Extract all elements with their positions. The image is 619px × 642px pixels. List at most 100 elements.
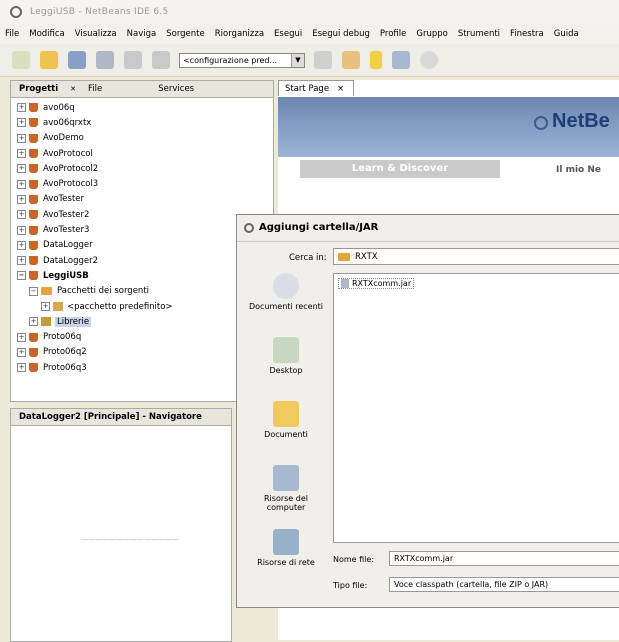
java-project-icon — [29, 332, 38, 342]
navigator-panel: DataLogger2 [Principale] - Navigatore ——… — [10, 408, 232, 642]
menu-naviga[interactable]: Naviga — [122, 29, 162, 39]
tree-item[interactable]: + avo06q — [11, 100, 273, 115]
expand-icon[interactable]: + — [17, 179, 26, 189]
menu-modifica[interactable]: Modifica — [24, 29, 70, 39]
tree-item[interactable]: + AvoTester — [11, 192, 273, 207]
expand-icon[interactable]: + — [17, 103, 26, 113]
expand-icon[interactable]: + — [17, 133, 26, 143]
place-label: Documenti — [264, 430, 308, 439]
place-my-computer[interactable]: Risorse del computer — [245, 465, 327, 529]
debug-icon[interactable] — [392, 51, 410, 69]
menu-sorgente[interactable]: Sorgente — [161, 29, 210, 39]
tree-item[interactable]: + Librerie — [11, 314, 273, 329]
run-icon[interactable] — [370, 51, 382, 69]
place-recent-documents[interactable]: Documenti recenti — [245, 273, 327, 337]
menu-finestra[interactable]: Finestra — [505, 29, 549, 39]
configuration-select[interactable]: <configurazione pred... ▼ — [179, 52, 305, 68]
profile-icon[interactable] — [420, 51, 438, 69]
tree-item[interactable]: + AvoProtocol — [11, 146, 273, 161]
menu-profile[interactable]: Profile — [375, 29, 411, 39]
tab-file[interactable]: File — [80, 84, 110, 94]
expand-icon[interactable]: + — [17, 149, 26, 159]
netbeans-logo-icon — [534, 116, 548, 130]
file-item[interactable]: RXTXcomm.jar — [338, 278, 415, 289]
collapse-icon[interactable]: − — [29, 286, 38, 296]
java-project-icon — [29, 347, 38, 357]
learn-discover-tab[interactable]: Learn & Discover — [300, 160, 500, 178]
expand-icon[interactable]: + — [17, 164, 26, 174]
computer-icon — [273, 465, 299, 491]
tree-item[interactable]: + AvoProtocol2 — [11, 161, 273, 176]
tab-services[interactable]: Services — [150, 84, 202, 94]
expand-icon[interactable]: + — [17, 118, 26, 128]
tree-item-label: Pacchetti dei sorgenti — [57, 286, 150, 297]
expand-icon[interactable]: + — [17, 332, 26, 342]
menu-strumenti[interactable]: Strumenti — [453, 29, 505, 39]
open-project-icon[interactable] — [68, 51, 86, 69]
tree-item[interactable]: + Proto06q2 — [11, 345, 273, 360]
network-icon — [273, 529, 299, 555]
tab-start-page-label: Start Page — [285, 84, 330, 94]
expand-icon[interactable]: + — [29, 317, 38, 327]
file-type-select[interactable]: Voce classpath (cartella, file ZIP o JAR… — [389, 577, 619, 592]
tree-item[interactable]: + <pacchetto predefinito> — [11, 299, 273, 314]
tree-item[interactable]: + AvoTester3 — [11, 222, 273, 237]
undo-icon[interactable] — [124, 51, 142, 69]
expand-icon[interactable]: + — [17, 256, 26, 266]
expand-icon[interactable]: + — [41, 302, 50, 311]
clean-build-icon[interactable] — [342, 51, 360, 69]
title-bar: LeggiUSB - NetBeans IDE 6.5 — [0, 0, 619, 24]
tree-item-label: avo06qrxtx — [43, 117, 92, 128]
tree-item-label: AvoProtocol2 — [43, 163, 99, 174]
documents-folder-icon — [273, 401, 299, 427]
menu-bar: File Modifica Visualizza Naviga Sorgente… — [0, 24, 619, 44]
tab-start-page[interactable]: Start Page × — [278, 80, 354, 96]
collapse-icon[interactable]: − — [17, 271, 26, 281]
new-project-icon[interactable] — [40, 51, 58, 69]
new-file-icon[interactable] — [12, 51, 30, 69]
menu-visualizza[interactable]: Visualizza — [70, 29, 122, 39]
tree-item[interactable]: − Pacchetti dei sorgenti — [11, 284, 273, 299]
expand-icon[interactable]: + — [17, 194, 26, 204]
java-project-icon — [29, 256, 38, 266]
java-project-icon — [29, 164, 38, 174]
file-item-label: RXTXcomm.jar — [352, 279, 412, 288]
place-network[interactable]: Risorse di rete — [245, 529, 327, 593]
expand-icon[interactable]: + — [17, 363, 26, 373]
close-icon[interactable]: ✕ — [66, 85, 80, 93]
place-label: Desktop — [269, 366, 303, 375]
tree-item[interactable]: + DataLogger2 — [11, 253, 273, 268]
tree-item-label: AvoProtocol — [43, 148, 93, 159]
menu-esegui[interactable]: Esegui — [269, 29, 307, 39]
window-title: LeggiUSB - NetBeans IDE 6.5 — [30, 7, 169, 17]
tree-item[interactable]: + DataLogger — [11, 238, 273, 253]
look-in-select[interactable]: RXTX — [333, 248, 619, 265]
tree-item[interactable]: + Proto06q — [11, 329, 273, 344]
redo-icon[interactable] — [152, 51, 170, 69]
place-documents[interactable]: Documenti — [245, 401, 327, 465]
expand-icon[interactable]: + — [17, 210, 26, 220]
menu-gruppo[interactable]: Gruppo — [411, 29, 452, 39]
menu-guida[interactable]: Guida — [549, 29, 584, 39]
expand-icon[interactable]: + — [17, 347, 26, 357]
tree-item[interactable]: − LeggiUSB — [11, 268, 273, 283]
tree-item[interactable]: + AvoTester2 — [11, 207, 273, 222]
expand-icon[interactable]: + — [17, 225, 26, 235]
menu-esegui-debug[interactable]: Esegui debug — [307, 29, 375, 39]
tree-item[interactable]: + avo06qrxtx — [11, 115, 273, 130]
tree-item[interactable]: + AvoProtocol3 — [11, 176, 273, 191]
close-icon[interactable]: × — [337, 84, 344, 94]
menu-riorganizza[interactable]: Riorganizza — [210, 29, 269, 39]
tree-item[interactable]: + AvoDemo — [11, 131, 273, 146]
file-name-input[interactable]: RXTXcomm.jar — [389, 551, 619, 566]
expand-icon[interactable]: + — [17, 240, 26, 250]
tree-item[interactable]: + Proto06q3 — [11, 360, 273, 375]
tab-progetti[interactable]: Progetti — [11, 84, 66, 94]
my-netbeans-tab[interactable]: Il mio Ne — [556, 165, 601, 175]
tree-item-label: AvoTester3 — [43, 225, 90, 236]
places-bar: Documenti recenti Desktop Documenti Riso… — [245, 273, 327, 593]
menu-file[interactable]: File — [0, 29, 24, 39]
place-desktop[interactable]: Desktop — [245, 337, 327, 401]
build-hammer-icon[interactable] — [314, 51, 332, 69]
save-all-icon[interactable] — [96, 51, 114, 69]
